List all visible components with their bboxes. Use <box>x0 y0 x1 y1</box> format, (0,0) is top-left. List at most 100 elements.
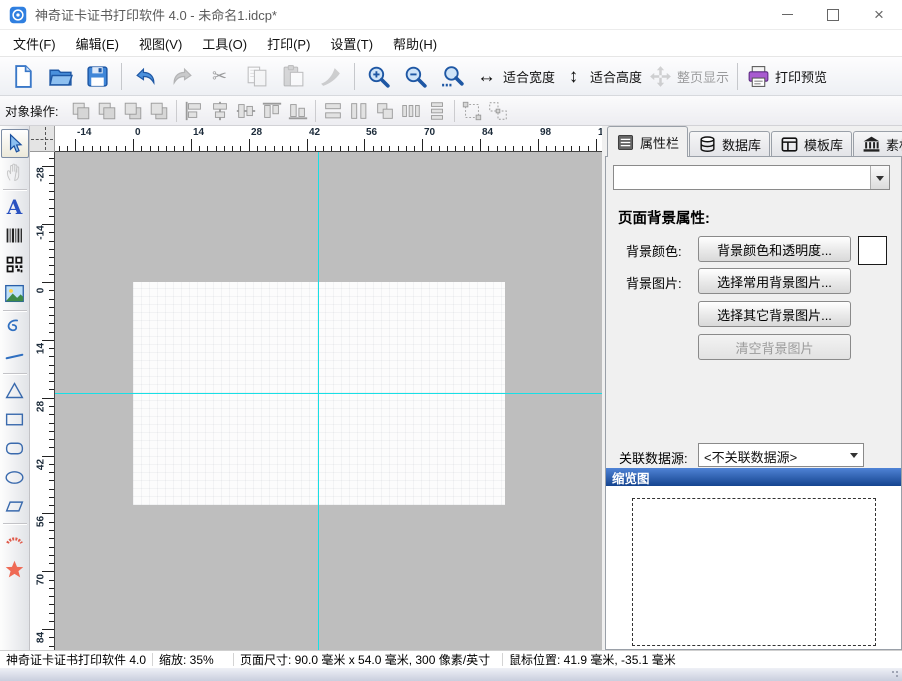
parallelogram-tool-button[interactable] <box>1 492 29 521</box>
paste-button[interactable] <box>275 61 312 92</box>
right-panel: 属性栏数据库模板库素材库 页面背景属性: 背景颜色: 背景颜色和透明度... 背… <box>605 126 902 650</box>
copy-button[interactable] <box>238 61 275 92</box>
fit-width-button[interactable]: ↔适合宽度 <box>471 61 558 92</box>
tab-properties[interactable]: 属性栏 <box>607 126 688 157</box>
delete-button[interactable] <box>312 61 349 92</box>
qrcode-tool-button[interactable] <box>1 250 29 279</box>
fit-height-button[interactable]: ↕适合高度 <box>558 61 645 92</box>
bring-to-front-button[interactable] <box>68 98 94 123</box>
menu-print[interactable]: 打印(P) <box>257 30 320 57</box>
ellipse-tool-button[interactable] <box>1 463 29 492</box>
send-to-back-button[interactable] <box>94 98 120 123</box>
same-height-button[interactable] <box>346 98 372 123</box>
line-tool-button[interactable] <box>1 342 29 371</box>
align-center-v-button[interactable] <box>233 98 259 123</box>
curve-tool-button[interactable] <box>1 313 29 342</box>
star-tool-button[interactable] <box>1 555 29 584</box>
same-size-button[interactable] <box>372 98 398 123</box>
image-tool-button[interactable] <box>1 279 29 308</box>
properties-panel: 页面背景属性: 背景颜色: 背景颜色和透明度... 背景图片: 选择常用背景图片… <box>605 156 902 650</box>
cut-icon: ✂ <box>207 64 232 89</box>
object-selector-value[interactable] <box>614 166 870 189</box>
rectangle-tool-button[interactable] <box>1 405 29 434</box>
menu-tools[interactable]: 工具(O) <box>192 30 257 57</box>
ungroup-button[interactable] <box>485 98 511 123</box>
tab-materials[interactable]: 素材库 <box>853 131 902 157</box>
menu-edit[interactable]: 编辑(E) <box>66 30 129 57</box>
triangle-tool-button[interactable] <box>1 376 29 405</box>
design-canvas[interactable] <box>55 152 602 650</box>
datasource-combo[interactable]: <不关联数据源> <box>698 443 864 467</box>
minimize-button[interactable] <box>764 0 810 29</box>
group-button[interactable] <box>459 98 485 123</box>
cut-button[interactable]: ✂ <box>201 61 238 92</box>
v-ruler-label: 56 <box>36 512 47 532</box>
fit-width-icon: ↔ <box>474 64 499 89</box>
object-toolbar: 对象操作: <box>0 96 902 126</box>
h-ruler-label: -14 <box>77 127 91 138</box>
window-title: 神奇证卡证书打印软件 4.0 - 未命名1.idcp* <box>35 5 277 24</box>
app-window: 神奇证卡证书打印软件 4.0 - 未命名1.idcp* × 文件(F)编辑(E)… <box>0 0 902 681</box>
v-ruler-label: -14 <box>36 223 47 243</box>
menu-settings[interactable]: 设置(T) <box>320 30 383 57</box>
vertical-ruler: -28-140142842567084 <box>30 152 55 650</box>
distribute-h-button[interactable] <box>398 98 424 123</box>
parallelogram-tool-icon <box>4 496 25 517</box>
datasource-arrow-button[interactable] <box>845 444 863 466</box>
same-height-icon <box>348 100 370 122</box>
save-file-button[interactable] <box>79 61 116 92</box>
vertical-guide-line <box>318 152 319 650</box>
align-top-button[interactable] <box>259 98 285 123</box>
redo-button[interactable] <box>164 61 201 92</box>
print-preview-button[interactable]: 打印预览 <box>743 61 830 92</box>
seal-tool-button[interactable] <box>1 526 29 555</box>
tab-database[interactable]: 数据库 <box>689 131 770 157</box>
menu-view[interactable]: 视图(V) <box>129 30 192 57</box>
align-bottom-icon <box>287 100 309 122</box>
redo-icon <box>170 64 195 89</box>
object-selector-combo[interactable] <box>613 165 890 190</box>
bg-color-button[interactable]: 背景颜色和透明度... <box>698 236 851 262</box>
text-tool-button[interactable]: A <box>1 192 29 221</box>
open-folder-icon <box>48 64 73 89</box>
align-center-h-button[interactable] <box>207 98 233 123</box>
bg-color-swatch[interactable] <box>858 236 887 265</box>
object-selector-arrow-button[interactable] <box>870 166 889 189</box>
bring-forward-button[interactable] <box>120 98 146 123</box>
close-button[interactable]: × <box>856 0 902 29</box>
seal-tool-icon <box>4 530 25 551</box>
align-left-button[interactable] <box>181 98 207 123</box>
align-bottom-button[interactable] <box>285 98 311 123</box>
datasource-value[interactable]: <不关联数据源> <box>699 444 845 466</box>
new-file-button[interactable] <box>5 61 42 92</box>
menu-help[interactable]: 帮助(H) <box>383 30 447 57</box>
same-width-button[interactable] <box>320 98 346 123</box>
distribute-h-icon <box>400 100 422 122</box>
pan-tool-button[interactable] <box>1 158 29 187</box>
maximize-button[interactable] <box>810 0 856 29</box>
select-tool-button[interactable] <box>1 129 29 158</box>
ruler-origin-box <box>30 126 55 152</box>
layers-backward-icon <box>148 100 170 122</box>
hand-tool-icon <box>4 162 25 183</box>
choose-other-bg-button[interactable]: 选择其它背景图片... <box>698 301 851 327</box>
resize-grip[interactable] <box>891 670 899 678</box>
zoom-out-button[interactable] <box>397 61 434 92</box>
library-icon <box>862 135 881 154</box>
clear-bg-button[interactable]: 清空背景图片 <box>698 334 851 360</box>
send-backward-button[interactable] <box>146 98 172 123</box>
menu-file[interactable]: 文件(F) <box>3 30 66 57</box>
tab-templates[interactable]: 模板库 <box>771 131 852 157</box>
zoom-ratio-button[interactable] <box>434 61 471 92</box>
toolbar-separator <box>737 63 738 90</box>
rounded-rectangle-tool-button[interactable] <box>1 434 29 463</box>
fit-page-button[interactable]: 整页显示 <box>645 61 732 92</box>
distribute-v-button[interactable] <box>424 98 450 123</box>
zoom-out-icon <box>403 64 428 89</box>
open-file-button[interactable] <box>42 61 79 92</box>
barcode-tool-button[interactable] <box>1 221 29 250</box>
choose-common-bg-button[interactable]: 选择常用背景图片... <box>698 268 851 294</box>
zoom-in-button[interactable] <box>360 61 397 92</box>
menu-bar: 文件(F)编辑(E)视图(V)工具(O)打印(P)设置(T)帮助(H) <box>0 30 902 57</box>
undo-button[interactable] <box>127 61 164 92</box>
